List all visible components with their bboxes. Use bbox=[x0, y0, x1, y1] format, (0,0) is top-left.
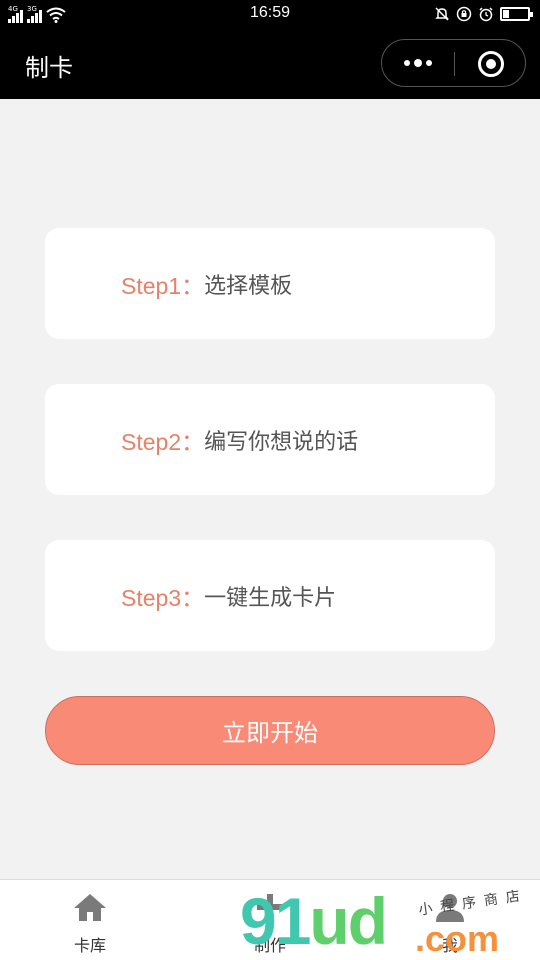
start-button[interactable]: 立即开始 bbox=[45, 696, 495, 765]
step-card-3: Step3： 一键生成卡片 bbox=[45, 540, 495, 651]
battery-level bbox=[503, 10, 509, 18]
dot-icon bbox=[404, 60, 410, 66]
tab-card-library[interactable]: 卡库 bbox=[0, 880, 180, 960]
step-card-2: Step2： 编写你想说的话 bbox=[45, 384, 495, 495]
status-bar: 4G 3G 16:59 bbox=[0, 0, 540, 28]
alarm-icon bbox=[479, 7, 493, 22]
plus-icon bbox=[257, 894, 283, 920]
dot-icon bbox=[426, 60, 432, 66]
step-label: Step2： bbox=[121, 428, 205, 455]
more-button[interactable] bbox=[382, 40, 454, 86]
capsule-divider bbox=[454, 52, 455, 76]
nav-bar: 制卡 bbox=[0, 28, 540, 99]
step-label: Step3： bbox=[121, 584, 205, 611]
status-icons bbox=[434, 5, 533, 23]
mini-program-capsule bbox=[381, 39, 526, 87]
mute-bell-icon bbox=[435, 7, 449, 21]
battery-icon bbox=[500, 7, 533, 21]
step-text: 选择模板 bbox=[204, 273, 293, 299]
step-label: Step1： bbox=[121, 272, 205, 299]
home-icon bbox=[74, 894, 106, 921]
step-text: 一键生成卡片 bbox=[204, 585, 337, 611]
dot-icon bbox=[414, 59, 422, 67]
page-title: 制卡 bbox=[25, 54, 73, 82]
tab-make[interactable]: 制作 bbox=[180, 880, 360, 960]
lock-rotation-icon bbox=[456, 6, 472, 22]
user-icon bbox=[436, 894, 464, 922]
tab-bar: 卡库 制作 我 bbox=[0, 879, 540, 960]
close-target-icon[interactable] bbox=[478, 51, 504, 77]
tab-label: 我 bbox=[441, 936, 458, 955]
step-text: 编写你想说的话 bbox=[204, 429, 359, 455]
tab-me[interactable]: 我 bbox=[360, 880, 540, 960]
tab-label: 卡库 bbox=[73, 936, 106, 955]
tab-label: 制作 bbox=[253, 936, 286, 955]
step-card-1: Step1： 选择模板 bbox=[45, 228, 495, 339]
